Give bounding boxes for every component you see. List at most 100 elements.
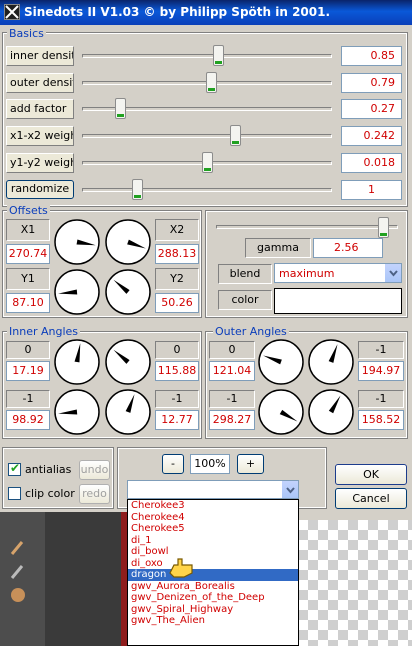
chevron-down-icon[interactable]	[384, 264, 401, 282]
dial-inner-1[interactable]	[53, 338, 101, 386]
clip-color-checkbox[interactable]	[8, 487, 21, 500]
outer-angle-4-value[interactable]: 158.52	[358, 410, 404, 430]
undo-button[interactable]: undo	[79, 460, 110, 480]
randomize-value[interactable]: 1	[341, 180, 402, 200]
canvas-transparency	[298, 520, 412, 646]
dial-y1[interactable]	[53, 268, 101, 316]
basics-label: Basics	[7, 27, 46, 40]
y1-label: Y1	[6, 268, 50, 290]
x2-label: X2	[155, 219, 199, 241]
cancel-button[interactable]: Cancel	[335, 488, 407, 509]
ok-button[interactable]: OK	[335, 464, 407, 485]
dial-inner-4[interactable]	[104, 388, 152, 436]
x2-value[interactable]: 288.13	[155, 244, 199, 264]
x1-label: X1	[6, 219, 50, 241]
param-slider-thumb-3[interactable]	[230, 125, 242, 146]
outer-angle-2-value[interactable]: 194.97	[358, 361, 404, 381]
preset-list-item[interactable]: Cherokee4	[128, 512, 298, 524]
antialias-checkbox[interactable]: ✔	[8, 461, 21, 476]
dial-x2[interactable]	[104, 218, 152, 266]
randomize-slider-track[interactable]	[82, 188, 332, 192]
param-slider-thumb-2[interactable]	[115, 98, 127, 119]
gamma-slider-thumb[interactable]	[378, 217, 390, 238]
param-slider-track-3[interactable]	[82, 134, 332, 138]
param-value-3[interactable]: 0.242	[341, 126, 402, 146]
inner-angle-1-top: 0	[6, 341, 50, 359]
gamma-value[interactable]: 2.56	[313, 238, 383, 258]
redo-button[interactable]: redo	[79, 484, 110, 504]
dial-outer-1[interactable]	[257, 338, 305, 386]
dial-outer-4[interactable]	[307, 388, 355, 436]
y1-value[interactable]: 87.10	[6, 293, 50, 313]
param-value-4[interactable]: 0.018	[341, 153, 402, 173]
inner-angle-2-top: 0	[155, 341, 199, 359]
checkmark-icon: ✔	[10, 461, 21, 475]
antialias-label: antialias	[25, 463, 72, 476]
blend-value: maximum	[279, 267, 335, 280]
app-icon	[4, 4, 20, 20]
preset-dropdown-list[interactable]: Cherokee3 Cherokee4 Cherokee5 di_1 di_bowl di…	[127, 499, 299, 646]
y2-label: Y2	[155, 268, 199, 290]
title-bar[interactable]: Sinedots II V1.03 © by Philipp Spöth in …	[0, 0, 412, 25]
palette-icon	[11, 588, 25, 602]
offsets-label: Offsets	[7, 204, 50, 217]
blend-select[interactable]: maximum	[274, 263, 402, 283]
param-slider-thumb-4[interactable]	[201, 152, 213, 173]
eyedropper-icon	[10, 565, 24, 579]
preset-list-item[interactable]: di_1	[128, 535, 298, 547]
param-value-1[interactable]: 0.79	[341, 73, 402, 93]
inner-angle-1-value[interactable]: 17.19	[6, 361, 50, 381]
preset-list-item[interactable]: gwv_Spiral_Highway	[128, 604, 298, 616]
outer-angle-1-top: 0	[209, 341, 255, 359]
zoom-in-button[interactable]: +	[237, 454, 264, 474]
param-label-4: y1-y2 weight	[6, 153, 74, 173]
preset-list-item[interactable]: di_bowl	[128, 546, 298, 558]
preset-select[interactable]	[127, 480, 299, 499]
dial-y2[interactable]	[104, 268, 152, 316]
param-value-2[interactable]: 0.27	[341, 99, 402, 119]
dial-outer-2[interactable]	[307, 338, 355, 386]
inner-angles-label: Inner Angles	[7, 325, 81, 338]
color-swatch[interactable]	[274, 288, 402, 314]
y2-value[interactable]: 50.26	[155, 293, 199, 313]
preset-list-item[interactable]: gwv_The_Alien	[128, 615, 298, 627]
param-label-3: x1-x2 weight	[6, 126, 74, 146]
gamma-label: gamma	[245, 238, 311, 258]
gamma-slider-track[interactable]	[216, 225, 398, 229]
dial-inner-3[interactable]	[53, 388, 101, 436]
preset-list-item[interactable]: gwv_Denizen_of_the_Deep	[128, 592, 298, 604]
inner-angle-4-top: -1	[155, 390, 199, 408]
param-label-1: outer density	[6, 73, 74, 93]
preset-list-item[interactable]: dragon	[128, 569, 298, 581]
outer-angle-4-top: -1	[358, 390, 404, 408]
outer-angle-3-value[interactable]: 298.27	[209, 410, 255, 430]
hand-cursor-icon	[169, 558, 193, 578]
inner-angle-2-value[interactable]: 115.88	[155, 361, 199, 381]
brush-icon	[10, 541, 24, 555]
dial-outer-3[interactable]	[257, 388, 305, 436]
outer-angle-3-top: -1	[209, 390, 255, 408]
randomize-slider-thumb[interactable]	[132, 179, 144, 200]
outer-angle-1-value[interactable]: 121.04	[209, 361, 255, 381]
param-slider-thumb-1[interactable]	[206, 72, 218, 93]
preset-list-item[interactable]: di_oxo	[128, 558, 298, 570]
param-slider-thumb-0[interactable]	[213, 45, 225, 66]
clip-color-label: clip color	[25, 487, 75, 500]
param-value-0[interactable]: 0.85	[341, 46, 402, 66]
inner-angle-4-value[interactable]: 12.77	[155, 410, 199, 430]
dial-x1[interactable]	[53, 218, 101, 266]
outer-angles-label: Outer Angles	[213, 325, 289, 338]
param-label-0: inner density	[6, 46, 74, 66]
inner-angle-3-top: -1	[6, 390, 50, 408]
dial-inner-2[interactable]	[104, 338, 152, 386]
zoom-out-button[interactable]: -	[162, 454, 184, 474]
inner-angle-3-value[interactable]: 98.92	[6, 410, 50, 430]
preset-list-item[interactable]: Cherokee3	[128, 500, 298, 512]
randomize-button[interactable]: randomize	[6, 180, 74, 199]
x1-value[interactable]: 270.74	[6, 244, 50, 264]
chevron-down-icon[interactable]	[281, 481, 298, 498]
zoom-level: 100%	[190, 454, 230, 474]
preset-list-item[interactable]: gwv_Aurora_Borealis	[128, 581, 298, 593]
preset-list-item[interactable]: Cherokee5	[128, 523, 298, 535]
param-slider-track-0[interactable]	[82, 54, 332, 58]
